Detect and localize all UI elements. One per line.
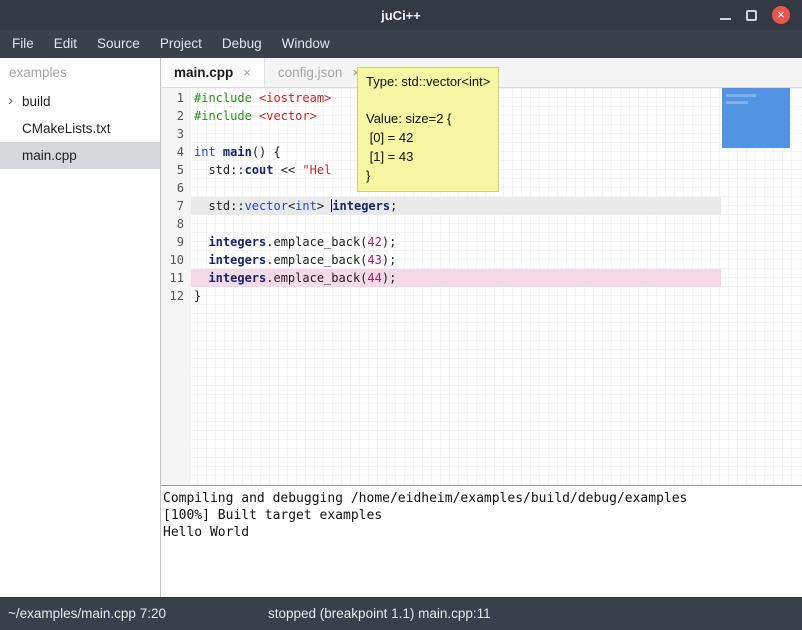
file-tree: › build CMakeLists.txt main.cpp [0,88,160,169]
tooltip-value-line: } [366,166,490,185]
menu-item-file[interactable]: File [2,30,44,58]
sidebar-item-build[interactable]: › build [0,88,160,115]
tree-item-label: CMakeLists.txt [22,121,111,136]
file-tree-header: examples [0,58,160,88]
status-debug-state: stopped (breakpoint 1.1) main.cpp:11 [268,598,491,630]
tree-item-label: main.cpp [22,148,77,163]
tooltip-value-line: [1] = 43 [366,147,490,166]
title-bar[interactable]: juCi++ × [0,0,802,30]
tooltip-gap [366,91,490,109]
window-controls: × [720,0,790,30]
tab-close-icon[interactable]: × [243,65,251,80]
line-number[interactable]: 10 [161,251,191,269]
line-number[interactable]: 12 [161,287,191,305]
line-number[interactable]: 2 [161,107,191,125]
code-line-11[interactable]: 11 integers.emplace_back(44); [161,269,802,287]
sidebar-item-main-cpp[interactable]: main.cpp [0,142,160,169]
line-number[interactable]: 8 [161,215,191,233]
maximize-icon[interactable] [746,10,757,21]
code-line-10[interactable]: 10 integers.emplace_back(43); [161,251,802,269]
terminal-line: Compiling and debugging /home/eidheim/ex… [163,490,800,507]
window-title: juCi++ [381,8,421,23]
line-number[interactable]: 9 [161,233,191,251]
code-text[interactable]: } [191,287,721,305]
tab-label: config.json [278,65,343,80]
terminal-line: [100%] Built target examples [163,507,800,524]
code-text[interactable] [191,215,721,233]
code-text[interactable]: std::vector<int> integers; [191,197,721,215]
app-window: juCi++ × FileEditSourceProjectDebugWindo… [0,0,802,630]
code-line-12[interactable]: 12} [161,287,802,305]
tooltip-value-line: [0] = 42 [366,128,490,147]
minimize-icon[interactable] [720,18,731,20]
code-line-8[interactable]: 8 [161,215,802,233]
tooltip-value-line: Value: size=2 { [366,109,490,128]
overview-line [726,101,748,104]
menu-item-window[interactable]: Window [272,30,340,58]
code-line-9[interactable]: 9 integers.emplace_back(42); [161,233,802,251]
sidebar-item-cmakelists-txt[interactable]: CMakeLists.txt [0,115,160,142]
code-text[interactable]: integers.emplace_back(44); [191,269,721,287]
line-number[interactable]: 6 [161,179,191,197]
code-line-7[interactable]: 7 std::vector<int> integers; [161,197,802,215]
line-number[interactable]: 3 [161,125,191,143]
line-number[interactable]: 1 [161,89,191,107]
tab-main-cpp[interactable]: main.cpp × [161,58,265,87]
line-number[interactable]: 4 [161,143,191,161]
line-number[interactable]: 5 [161,161,191,179]
tab-label: main.cpp [174,65,233,80]
code-text[interactable]: integers.emplace_back(42); [191,233,721,251]
overview-line [726,94,756,97]
status-file-position: ~/examples/main.cpp 7:20 [8,598,166,630]
line-number[interactable]: 11 [161,269,191,287]
menu-item-debug[interactable]: Debug [212,30,272,58]
overview-scrollbar[interactable] [722,88,790,148]
menu-bar: FileEditSourceProjectDebugWindow [0,30,802,58]
code-text[interactable]: integers.emplace_back(43); [191,251,721,269]
tooltip-value-lines: Value: size=2 { [0] = 42 [1] = 43} [366,109,490,185]
status-bar: ~/examples/main.cpp 7:20 stopped (breakp… [0,597,802,630]
menu-item-source[interactable]: Source [87,30,150,58]
debug-value-tooltip: Type: std::vector<int> Value: size=2 { [… [357,67,499,192]
terminal-panel[interactable]: Compiling and debugging /home/eidheim/ex… [161,486,802,597]
tooltip-type-line: Type: std::vector<int> [366,72,490,91]
menu-item-project[interactable]: Project [150,30,212,58]
expander-icon[interactable]: › [8,88,13,114]
tree-item-label: build [22,94,51,109]
close-icon[interactable]: × [772,6,790,24]
menu-item-edit[interactable]: Edit [44,30,87,58]
file-tree-panel: examples › build CMakeLists.txt main.cpp [0,58,160,597]
line-number[interactable]: 7 [161,197,191,215]
terminal-line: Hello World [163,524,800,541]
